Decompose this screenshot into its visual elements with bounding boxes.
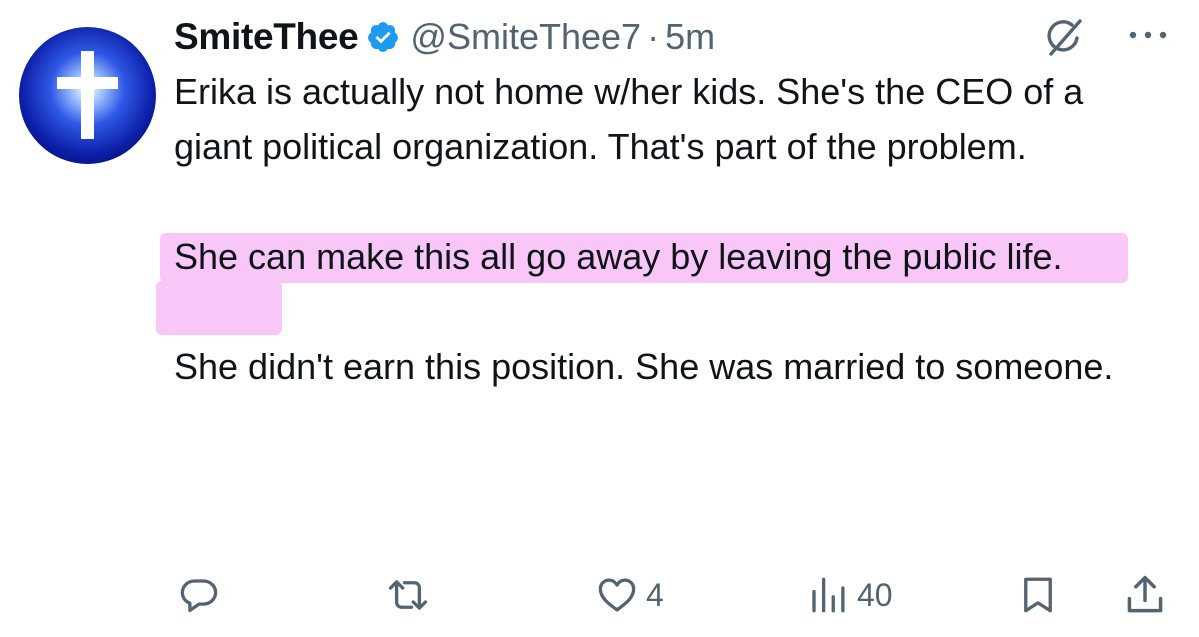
like-button[interactable]: 4 (596, 570, 664, 620)
tweet-paragraph: Erika is actually not home w/her kids. S… (174, 71, 1084, 167)
separator-dot: · (647, 16, 660, 57)
bookmark-button[interactable] (1017, 570, 1059, 620)
author-display-name[interactable]: SmiteThee (174, 16, 359, 58)
bookmark-icon (1017, 574, 1059, 616)
share-button[interactable] (1123, 570, 1167, 620)
tweet-header: SmiteThee @SmiteThee7 · 5m (174, 12, 715, 62)
reply-icon (178, 574, 220, 616)
views-button[interactable]: 40 (807, 570, 893, 620)
views-icon (807, 574, 849, 616)
more-icon[interactable] (1124, 20, 1172, 50)
tweet-paragraph: She didn't earn this position. She was m… (174, 346, 1114, 387)
reply-button[interactable] (178, 570, 220, 620)
cross-avatar-image (19, 27, 156, 164)
share-icon (1123, 573, 1167, 617)
author-handle[interactable]: @SmiteThee7 (410, 16, 641, 58)
timestamp[interactable]: 5m (665, 16, 715, 58)
grok-icon[interactable] (1042, 16, 1086, 60)
retweet-icon (385, 574, 431, 616)
views-count: 40 (857, 576, 893, 613)
verified-badge-icon (366, 20, 400, 54)
tweet-text: Erika is actually not home w/her kids. S… (156, 64, 1164, 394)
retweet-button[interactable] (385, 570, 431, 620)
highlight-mark (156, 281, 282, 335)
like-count: 4 (646, 576, 664, 613)
avatar[interactable] (19, 27, 156, 164)
highlighted-paragraph: She can make this all go away by leaving… (156, 229, 1164, 335)
tweet-paragraph: She can make this all go away by leaving… (174, 236, 1063, 277)
tweet-action-bar: 4 40 (0, 570, 1199, 620)
heart-icon (596, 574, 638, 616)
